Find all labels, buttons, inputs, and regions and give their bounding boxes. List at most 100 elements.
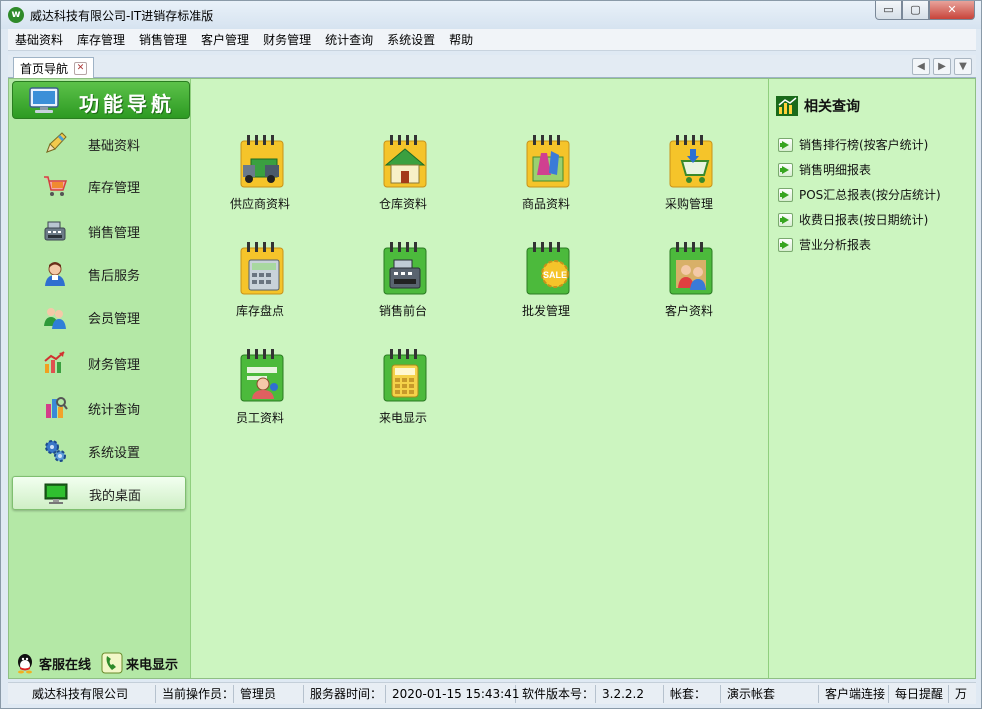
w-logo-icon: w <box>8 7 24 23</box>
menu-inventory[interactable]: 库存管理 <box>70 29 132 51</box>
status-bar: 威达科技有限公司 当前操作员： 管理员 服务器时间： 2020-01-15 15… <box>8 682 976 704</box>
sidebar-item-my-desktop[interactable]: 我的桌面 <box>12 476 186 510</box>
sidebar-item-label: 会员管理 <box>88 312 141 327</box>
sidebar-item-label: 库存管理 <box>88 181 141 196</box>
tab-list-icon[interactable]: ▼ <box>954 58 972 75</box>
menu-statistics[interactable]: 统计查询 <box>318 29 380 51</box>
sales-counter-shortcut[interactable]: 销售前台 <box>358 242 448 332</box>
shortcut-label: 商品资料 <box>521 197 570 211</box>
sidebar-item-basic-data[interactable]: 基础资料 <box>12 127 186 161</box>
arrow-right-icon <box>778 187 793 202</box>
online-service-link[interactable]: 客服在线 <box>14 652 91 674</box>
status-account: 演示帐套 <box>721 684 819 703</box>
menu-help[interactable]: 帮助 <box>442 29 480 51</box>
query-link-business-analysis[interactable]: 营业分析报表 <box>778 232 941 257</box>
finance-chart-icon <box>44 351 65 373</box>
wholesale-sale-icon: SALE <box>526 242 570 295</box>
caller-id-link[interactable]: 来电显示 <box>101 652 178 674</box>
sidebar-item-label: 基础资料 <box>88 139 141 154</box>
purchase-management-shortcut[interactable]: 采购管理 <box>644 135 734 225</box>
tab-prev-icon[interactable]: ◀ <box>912 58 930 75</box>
menu-customers[interactable]: 客户管理 <box>194 29 256 51</box>
online-service-label: 客服在线 <box>39 657 92 673</box>
warehouse-data-shortcut[interactable]: 仓库资料 <box>358 135 448 225</box>
close-button[interactable]: ✕ <box>929 1 975 20</box>
pencil-icon <box>46 132 67 153</box>
qq-penguin-icon <box>18 654 32 674</box>
menu-basic-data[interactable]: 基础资料 <box>8 29 70 51</box>
sidebar-item-statistics[interactable]: 统计查询 <box>12 391 186 425</box>
status-extra: 万 <box>955 686 968 701</box>
gears-icon <box>45 440 66 462</box>
arrow-right-icon <box>778 212 793 227</box>
support-bar: 客服在线 来电显示 <box>14 652 184 674</box>
svg-text:SALE: SALE <box>543 270 567 280</box>
tab-next-icon[interactable]: ▶ <box>933 58 951 75</box>
sidebar-item-inventory[interactable]: 库存管理 <box>12 169 186 203</box>
sidebar-item-label: 销售管理 <box>88 226 141 241</box>
status-version: 3.2.2.2 <box>596 684 664 703</box>
goods-icon <box>526 135 570 188</box>
query-link-sales-ranking[interactable]: 销售排行榜(按客户统计) <box>778 132 941 157</box>
status-daily-reminder[interactable]: 每日提醒 <box>889 684 949 703</box>
sidebar-item-settings[interactable]: 系统设置 <box>12 434 186 468</box>
status-company: 威达科技有限公司 <box>8 684 156 703</box>
service-person-icon <box>45 262 65 286</box>
status-account-label: 帐套： <box>664 684 721 703</box>
function-navigation: 功能导航 基础资料 库存管理 销售管理 售后服务 会员管理 财务管理 统计查询 … <box>9 79 191 678</box>
maximize-button[interactable]: ▢ <box>902 1 929 20</box>
sidebar-item-label: 财务管理 <box>88 358 141 373</box>
employee-icon <box>240 349 284 402</box>
shortcut-label: 客户资料 <box>664 304 713 318</box>
phone-icon <box>101 652 123 674</box>
tab-bar: 首页导航 ✕ ◀ ▶ ▼ <box>8 55 976 78</box>
wholesale-management-shortcut[interactable]: SALE 批发管理 <box>501 242 591 332</box>
query-link-pos-summary[interactable]: POS汇总报表(按分店统计) <box>778 182 941 207</box>
customer-people-icon <box>669 242 713 295</box>
desktop-monitor-icon <box>44 483 68 504</box>
caller-id-shortcut[interactable]: 来电显示 <box>358 349 448 439</box>
sidebar-item-label: 我的桌面 <box>89 489 142 504</box>
query-link-daily-charges[interactable]: 收费日报表(按日期统计) <box>778 207 941 232</box>
menu-sales[interactable]: 销售管理 <box>132 29 194 51</box>
sidebar-item-finance[interactable]: 财务管理 <box>12 346 186 380</box>
tab-home-navigation[interactable]: 首页导航 ✕ <box>13 57 95 78</box>
menu-finance[interactable]: 财务管理 <box>256 29 318 51</box>
purchase-cart-icon <box>669 135 713 188</box>
shortcut-label: 供应商资料 <box>229 197 290 211</box>
status-operator-label: 当前操作员： <box>156 684 234 703</box>
goods-data-shortcut[interactable]: 商品资料 <box>501 135 591 225</box>
status-server-time: 2020-01-15 15:43:41 <box>386 684 519 703</box>
members-icon <box>44 308 66 329</box>
sidebar-item-label: 统计查询 <box>88 403 141 418</box>
menu-bar: 基础资料 库存管理 销售管理 客户管理 财务管理 统计查询 系统设置 帮助 <box>8 29 976 51</box>
status-server-time-label: 服务器时间： <box>304 684 386 703</box>
caller-id-phone-icon <box>383 349 427 402</box>
status-operator: 管理员 <box>234 684 304 703</box>
employee-data-shortcut[interactable]: 员工资料 <box>215 349 305 439</box>
tab-close-icon[interactable]: ✕ <box>74 61 88 75</box>
computer-monitor-icon <box>29 87 59 113</box>
main-area: 功能导航 基础资料 库存管理 销售管理 售后服务 会员管理 财务管理 统计查询 … <box>8 78 976 679</box>
inventory-count-shortcut[interactable]: 库存盘点 <box>215 242 305 332</box>
sidebar-item-sales[interactable]: 销售管理 <box>12 214 186 248</box>
inventory-calculator-icon <box>240 242 284 295</box>
shortcut-label: 库存盘点 <box>235 304 284 318</box>
sidebar-item-label: 售后服务 <box>88 269 141 284</box>
related-queries-panel: 相关查询 销售排行榜(按客户统计) 销售明细报表 POS汇总报表(按分店统计) … <box>768 79 975 678</box>
status-client-connection[interactable]: 客户端连接 <box>819 684 889 703</box>
sidebar-item-after-sales[interactable]: 售后服务 <box>12 257 186 291</box>
supplier-data-shortcut[interactable]: 供应商资料 <box>215 135 305 225</box>
caller-id-label: 来电显示 <box>126 657 179 673</box>
arrow-right-icon <box>778 237 793 252</box>
related-queries-title: 相关查询 <box>776 96 860 116</box>
customer-data-shortcut[interactable]: 客户资料 <box>644 242 734 332</box>
minimize-button[interactable]: ▭ <box>875 1 902 20</box>
menu-settings[interactable]: 系统设置 <box>380 29 442 51</box>
warehouse-house-icon <box>383 135 427 188</box>
shortcut-label: 销售前台 <box>378 304 427 318</box>
shortcut-label: 来电显示 <box>378 411 427 425</box>
query-link-sales-detail[interactable]: 销售明细报表 <box>778 157 941 182</box>
sidebar-item-members[interactable]: 会员管理 <box>12 300 186 334</box>
sidebar-item-label: 系统设置 <box>88 446 141 461</box>
